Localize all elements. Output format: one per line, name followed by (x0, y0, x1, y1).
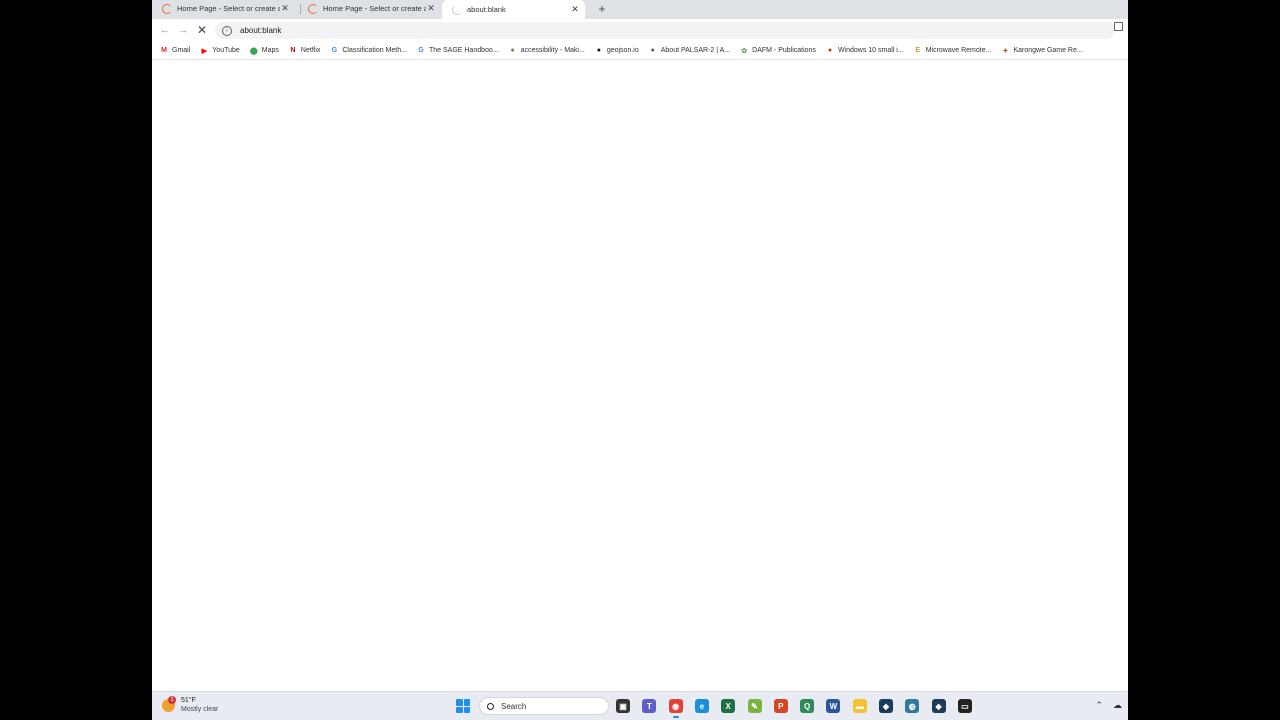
search-icon (487, 702, 494, 710)
globe-icon: ● (650, 47, 655, 54)
chrome-icon[interactable]: ◉ (668, 699, 683, 718)
bookmark-item[interactable]: G The SAGE Handboo... (417, 47, 499, 55)
bookmark-label: Gmail (172, 47, 191, 54)
windows-logo-tile (463, 699, 470, 706)
bookmark-label: Classification Meth... (342, 47, 407, 54)
site-favicon-icon (162, 3, 172, 14)
forward-button[interactable]: → (176, 23, 190, 37)
weather-widget[interactable]: 1 51°F Mostly clear (162, 695, 219, 714)
qgis-icon[interactable]: Q (800, 699, 815, 713)
notepadpp-icon[interactable]: ✎ (747, 699, 762, 713)
edge-icon[interactable]: e (694, 699, 709, 713)
windows-taskbar: 1 51°F Mostly clear Search ▣ T ◉ e X ✎ P Q W ▬ ◆ ◍ ◆… (152, 691, 1128, 720)
system-tray: ⌃ ☁ (1085, 700, 1122, 711)
powerpoint-icon[interactable]: P (773, 699, 788, 713)
maps-icon: ⬤ (249, 47, 258, 55)
bookmark-item[interactable]: ● geojson.io (595, 47, 639, 55)
bookmark-label: YouTube (212, 47, 240, 54)
screen: Home Page - Select or create a ✕ Home Pa… (152, 0, 1128, 720)
bookmark-label: geojson.io (606, 47, 639, 54)
e-icon: E (915, 47, 921, 54)
bookmark-item[interactable]: ✦ Karongwe Game Re... (1001, 47, 1083, 55)
bookmark-label: Microwave Remote... (925, 47, 992, 54)
bookmark-label: Netflix (300, 47, 321, 54)
weather-icon: 1 (162, 695, 176, 712)
page-content (152, 61, 1128, 691)
share-icon[interactable] (1114, 22, 1123, 31)
google-icon: G (331, 47, 338, 54)
bookmark-item[interactable]: ✿ DAFM - Publications (740, 47, 816, 55)
close-icon[interactable]: ✕ (280, 3, 290, 14)
bookmark-label: About PALSAR-2 | A... (660, 47, 731, 54)
bookmark-label: DAFM - Publications (752, 47, 816, 54)
tab-title: Home Page - Select or create a (177, 4, 280, 13)
bookmark-label: Karongwe Game Re... (1013, 47, 1083, 54)
bookmark-item[interactable]: ● Windows 10 small i... (826, 47, 904, 55)
bookmark-label: Maps (261, 47, 279, 54)
weather-temperature: 51°F (181, 697, 196, 704)
stop-loading-button[interactable]: ✕ (195, 23, 209, 37)
bookmark-item[interactable]: ▶ YouTube (200, 47, 240, 55)
bookmark-label: Windows 10 small i... (837, 47, 904, 54)
info-icon[interactable]: i (222, 25, 232, 36)
browser-toolbar: ← → ✕ i about:blank (152, 19, 1128, 42)
app-icon[interactable]: ◆ (879, 699, 893, 713)
taskbar-search[interactable]: Search (479, 697, 609, 715)
tab-home-page-1[interactable]: Home Page - Select or create a ✕ (152, 0, 295, 17)
bookmark-label: The SAGE Handboo... (428, 47, 499, 54)
notification-badge: 1 (168, 695, 176, 704)
bookmark-label: accessibility - Maki... (520, 47, 585, 54)
bookmark-item[interactable]: N Netflix (289, 47, 320, 55)
word-icon[interactable]: W (826, 699, 841, 713)
site-icon: ● (510, 47, 515, 54)
app-icon-2[interactable]: ◆ (931, 699, 946, 713)
tab-strip: Home Page - Select or create a ✕ Home Pa… (152, 0, 1128, 19)
excel-icon[interactable]: X (721, 699, 736, 713)
netflix-icon: N (290, 47, 296, 54)
close-icon[interactable]: ✕ (570, 4, 580, 15)
loading-spinner-icon (452, 4, 462, 15)
windows-logo-tile (456, 706, 463, 713)
google-icon: G (418, 47, 424, 54)
site-icon: ✦ (1002, 47, 1009, 55)
back-button[interactable]: ← (158, 23, 172, 37)
globe-app-icon[interactable]: ◍ (905, 699, 920, 713)
bookmark-item[interactable]: ● accessibility - Maki... (509, 47, 585, 55)
bookmark-item[interactable]: ● About PALSAR-2 | A... (649, 47, 731, 55)
bookmark-item[interactable]: G Classification Meth... (330, 47, 407, 55)
bookmark-item[interactable]: ⬤ Maps (250, 47, 279, 55)
start-button[interactable] (456, 699, 470, 713)
youtube-icon: ▶ (201, 47, 207, 55)
weather-description: Mostly clear (181, 706, 219, 713)
bookmark-item[interactable]: M Gmail (160, 47, 190, 55)
close-icon[interactable]: ✕ (426, 3, 436, 14)
tab-title: about:blank (467, 5, 506, 14)
terminal-icon[interactable]: ▭ (957, 699, 972, 713)
task-view-icon[interactable]: ▣ (616, 699, 630, 713)
address-bar[interactable]: i about:blank (215, 22, 1115, 39)
dafm-icon: ✿ (741, 47, 748, 55)
site-icon: ● (827, 47, 833, 54)
tab-home-page-2[interactable]: Home Page - Select or create a ✕ (298, 0, 441, 17)
address-url[interactable]: about:blank (240, 26, 281, 35)
onedrive-cloud-icon[interactable]: ☁ (1113, 700, 1122, 711)
windows-logo-tile (463, 706, 470, 713)
windows-logo-tile (456, 699, 463, 706)
gmail-icon: M (161, 47, 167, 54)
geojson-icon: ● (596, 47, 601, 54)
tab-about-blank[interactable]: about:blank ✕ (442, 0, 585, 19)
teams-icon[interactable]: T (642, 699, 657, 713)
bookmark-item[interactable]: E Microwave Remote... (914, 47, 992, 55)
search-label: Search (501, 701, 527, 711)
new-tab-button[interactable]: + (596, 0, 608, 17)
file-explorer-icon[interactable]: ▬ (852, 699, 867, 713)
site-favicon-icon (308, 3, 318, 14)
bookmarks-bar: M Gmail ▶ YouTube ⬤ Maps N Netflix G Classificati… (152, 42, 1128, 60)
tab-title: Home Page - Select or create a (323, 4, 426, 13)
chevron-up-icon[interactable]: ⌃ (1095, 700, 1103, 711)
